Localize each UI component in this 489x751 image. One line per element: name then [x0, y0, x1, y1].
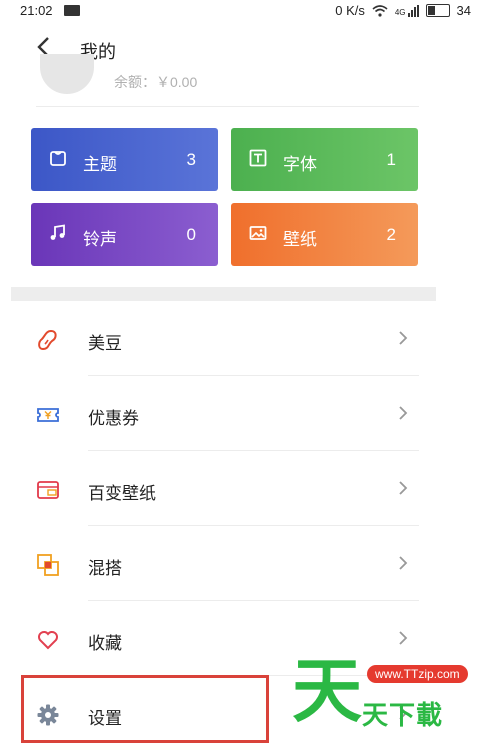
- menu-item-meidou[interactable]: 美豆: [0, 302, 489, 376]
- tile-label: 字体: [283, 155, 317, 174]
- highlight-box: [21, 675, 269, 743]
- profile-summary: 余额：￥0.00: [0, 54, 489, 108]
- tile-label: 主题: [83, 155, 117, 174]
- tile-count: 2: [386, 225, 396, 244]
- status-bar: 21:02 0 K/s 4G 34: [0, 0, 489, 22]
- tile-font[interactable]: 字体 1: [231, 128, 418, 191]
- wallpaper-image-icon: [249, 226, 267, 240]
- battery-level: 34: [456, 3, 471, 18]
- watermark-char: 天: [292, 652, 362, 730]
- tile-ringtone[interactable]: 铃声 0: [31, 203, 218, 266]
- watermark-text: 天下載: [362, 700, 444, 730]
- tile-label: 壁纸: [283, 230, 317, 249]
- menu-item-label: 百变壁纸: [88, 484, 156, 503]
- resource-tiles: 主题 3 字体 1 铃声 0 壁纸 2: [31, 128, 418, 267]
- tile-count: 1: [386, 150, 396, 169]
- chevron-right-icon: [399, 556, 408, 570]
- mail-icon: [64, 5, 80, 16]
- font-t-icon: [249, 149, 267, 167]
- watermark-logo: 天 www.TTzip.com 天下載: [292, 655, 477, 735]
- menu-item-coupon[interactable]: 优惠券: [0, 377, 489, 451]
- tile-count: 0: [186, 225, 196, 244]
- menu-item-mix[interactable]: 混搭: [0, 527, 489, 601]
- battery-icon: [425, 4, 450, 17]
- network-speed: 0 K/s: [335, 3, 365, 18]
- divider: [88, 375, 419, 376]
- menu-item-label: 美豆: [88, 334, 122, 353]
- divider: [36, 106, 419, 107]
- signal-label: 4G: [394, 7, 406, 17]
- chevron-right-icon: [399, 331, 408, 345]
- status-right: 0 K/s 4G 34: [335, 3, 471, 18]
- theme-shirt-icon: [50, 151, 66, 166]
- wallpaper-card-icon: [37, 481, 59, 499]
- signal-icon: 4G: [394, 4, 419, 17]
- heart-icon: [38, 631, 58, 650]
- chevron-right-icon: [399, 631, 408, 645]
- tile-label: 铃声: [83, 230, 117, 249]
- menu-item-wallpaper-shift[interactable]: 百变壁纸: [0, 452, 489, 526]
- menu-item-label: 混搭: [88, 559, 122, 578]
- menu-item-label: 收藏: [88, 634, 122, 653]
- tile-count: 3: [186, 150, 196, 169]
- chevron-right-icon: [399, 481, 408, 495]
- watermark-site: www.TTzip.com: [367, 665, 468, 683]
- menu-item-label: 优惠券: [88, 409, 139, 428]
- divider: [88, 600, 419, 601]
- section-separator: [11, 287, 436, 301]
- music-note-icon: [50, 224, 65, 240]
- tile-wallpaper[interactable]: 壁纸 2: [231, 203, 418, 266]
- balance-text: 余额：￥0.00: [114, 74, 198, 90]
- divider: [88, 450, 419, 451]
- mix-squares-icon: [37, 554, 59, 576]
- status-time: 21:02: [20, 3, 53, 18]
- wifi-icon: [372, 4, 388, 17]
- chevron-right-icon: [399, 406, 408, 420]
- tile-theme[interactable]: 主题 3: [31, 128, 218, 191]
- coupon-icon: [37, 408, 59, 422]
- avatar[interactable]: [40, 54, 94, 94]
- divider: [88, 525, 419, 526]
- bean-icon: [38, 329, 57, 351]
